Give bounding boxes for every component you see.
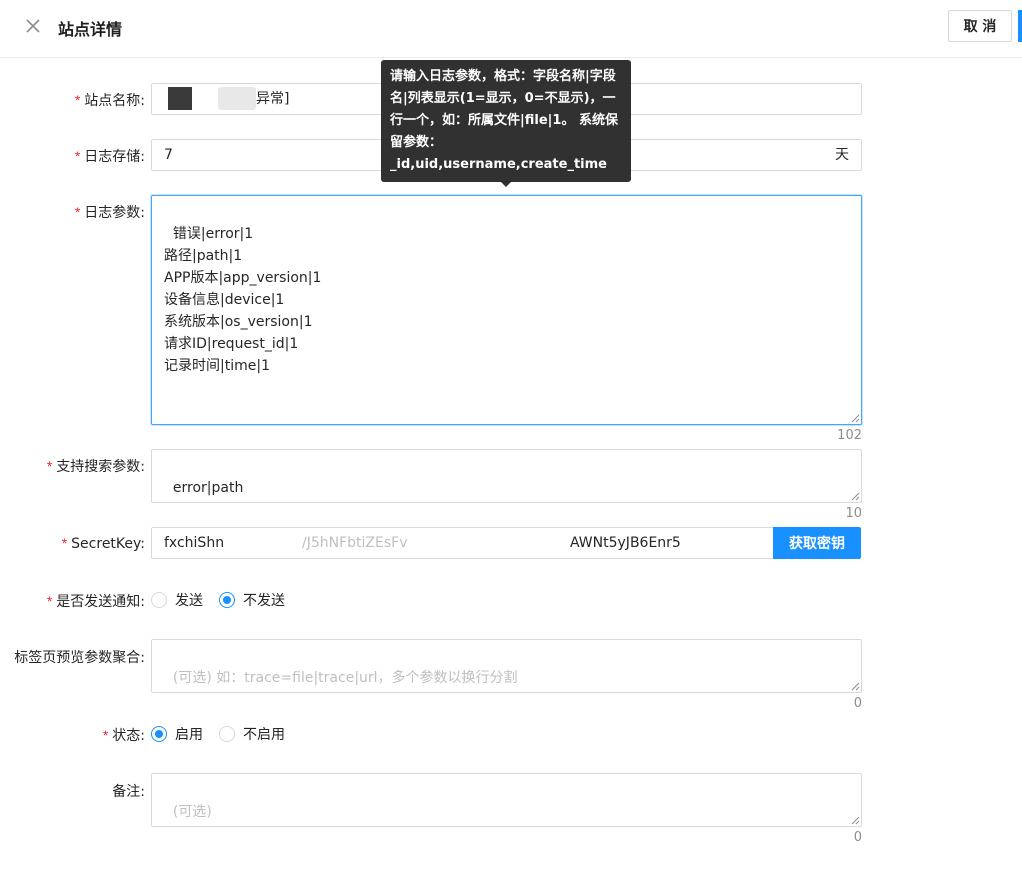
resize-handle-icon[interactable] <box>851 414 860 423</box>
log-params-value: 错误|error|1 路径|path|1 APP版本|app_version|1… <box>164 226 322 374</box>
radio-circle-icon <box>151 592 167 608</box>
log-params-textarea[interactable]: 错误|error|1 路径|path|1 APP版本|app_version|1… <box>151 195 862 425</box>
search-params-count: 10 <box>845 506 862 521</box>
site-name-label: * 站点名称: <box>74 92 145 109</box>
log-storage-label: * 日志存储: <box>74 148 145 165</box>
page-title: 站点详情 <box>58 20 123 39</box>
get-secret-key-button[interactable]: 获取密钥 <box>773 527 861 559</box>
close-icon[interactable] <box>22 15 44 37</box>
status-label: * 状态: <box>102 727 145 744</box>
log-storage-value: 7 <box>164 147 173 163</box>
tooltip-arrow <box>500 181 512 187</box>
status-radio-enabled[interactable]: 启用 <box>151 724 203 744</box>
notify-radio-no-send[interactable]: 不发送 <box>219 590 285 610</box>
required-mark: * <box>74 92 81 108</box>
required-mark: * <box>61 535 68 551</box>
resize-handle-icon[interactable] <box>851 816 860 825</box>
required-mark: * <box>46 458 53 474</box>
radio-checked-icon <box>219 592 235 608</box>
cancel-button[interactable]: 取 消 <box>948 10 1012 42</box>
redaction-block <box>410 529 568 557</box>
secret-key-value-start: fxchiShn <box>164 535 225 551</box>
tab-preview-label: 标签页预览参数聚合: <box>14 650 145 666</box>
status-radio-disabled[interactable]: 不启用 <box>219 724 285 744</box>
radio-checked-icon <box>151 726 167 742</box>
secret-key-label: * SecretKey: <box>61 535 145 552</box>
remark-count: 0 <box>853 830 862 845</box>
log-params-label: * 日志参数: <box>74 204 145 221</box>
radio-circle-icon <box>219 726 235 742</box>
required-mark: * <box>74 204 81 220</box>
tab-preview-count: 0 <box>853 696 862 711</box>
secret-key-value-mid: /J5hNFbtiZEsFv <box>302 535 408 551</box>
search-params-label: * 支持搜索参数: <box>46 458 145 475</box>
log-params-tooltip: 请输入日志参数，格式：字段名称|字段名|列表显示(1=显示，0=不显示)，一行一… <box>381 60 631 182</box>
required-mark: * <box>74 148 81 164</box>
notify-label: * 是否发送通知: <box>46 593 145 610</box>
required-mark: * <box>46 593 53 609</box>
redaction-block <box>244 529 302 557</box>
tab-preview-textarea[interactable]: (可选) 如：trace=file|trace|url，多个参数以换行分割 <box>151 639 862 693</box>
notify-radio-send[interactable]: 发送 <box>151 590 203 610</box>
save-button-edge[interactable] <box>1018 10 1022 42</box>
site-name-value: 异常] <box>256 91 290 107</box>
remark-textarea[interactable]: (可选) <box>151 773 862 827</box>
drawer-header: 站点详情 取 消 <box>0 0 1022 58</box>
secret-key-value-end: AWNt5yJB6Enr5 <box>570 535 681 551</box>
secret-key-input[interactable]: fxchiShn /J5hNFbtiZEsFv AWNt5yJB6Enr5 <box>151 527 774 559</box>
required-mark: * <box>102 727 109 743</box>
log-params-count: 102 <box>837 428 862 443</box>
search-params-value: error|path <box>172 480 244 496</box>
tab-preview-placeholder: (可选) 如：trace=file|trace|url，多个参数以换行分割 <box>172 670 518 686</box>
redaction-block <box>168 87 192 110</box>
search-params-textarea[interactable]: error|path <box>151 449 862 503</box>
redaction-block <box>218 87 256 110</box>
resize-handle-icon[interactable] <box>851 492 860 501</box>
remark-placeholder: (可选) <box>172 804 212 820</box>
remark-label: 备注: <box>112 784 145 800</box>
resize-handle-icon[interactable] <box>851 682 860 691</box>
log-storage-unit: 天 <box>835 147 849 163</box>
